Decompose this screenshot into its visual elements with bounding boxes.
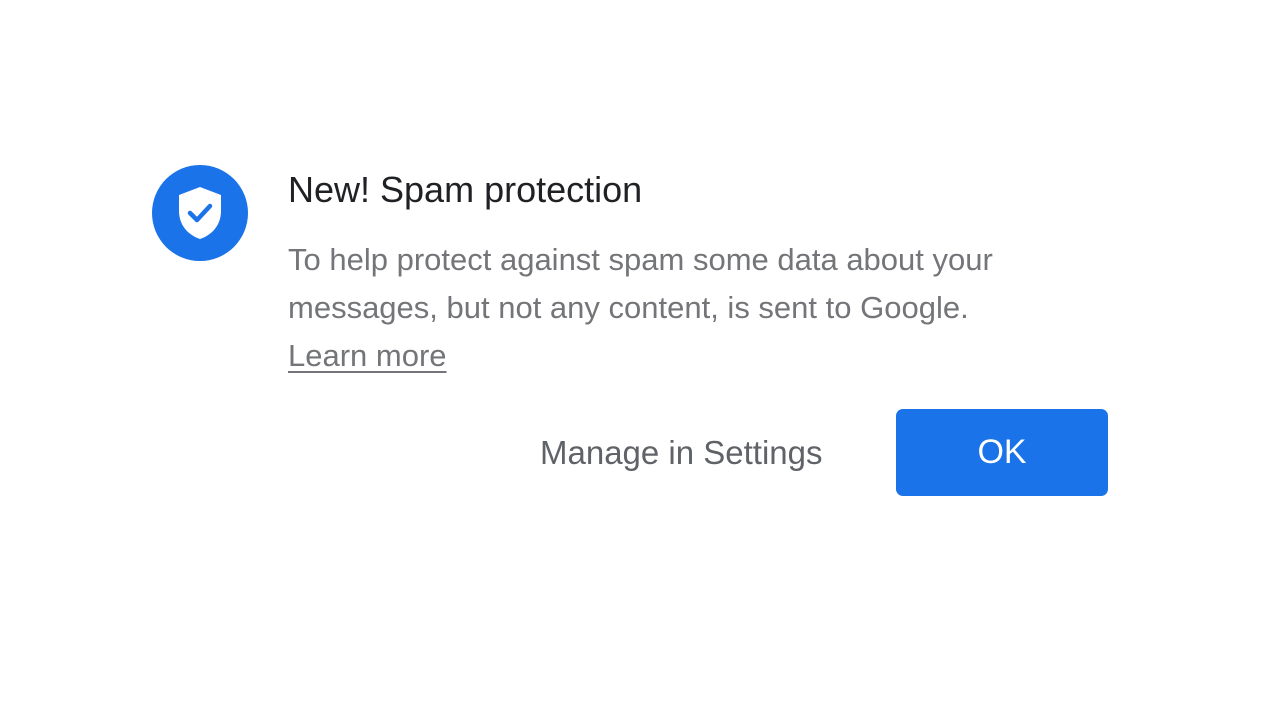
manage-in-settings-button[interactable]: Manage in Settings <box>524 424 839 482</box>
shield-check-icon <box>152 165 248 261</box>
page: New! Spam protection To help protect aga… <box>0 0 1280 720</box>
body-line-2: messages, but not any content, is sent t… <box>288 290 969 325</box>
ok-button[interactable]: OK <box>896 409 1108 496</box>
dialog-body: To help protect against spam some data a… <box>288 236 1108 380</box>
body-line-1: To help protect against spam some data a… <box>288 242 993 277</box>
dialog-title: New! Spam protection <box>288 169 643 210</box>
spam-protection-dialog: New! Spam protection To help protect aga… <box>0 0 1280 720</box>
learn-more-link[interactable]: Learn more <box>288 332 447 380</box>
